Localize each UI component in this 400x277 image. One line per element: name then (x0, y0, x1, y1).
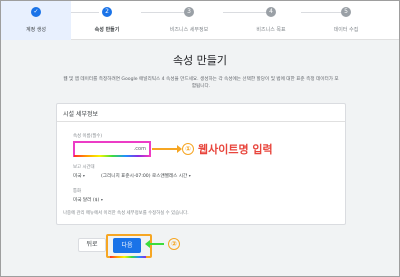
timezone-label: 보고 시간대 (73, 165, 95, 170)
step-business-goals[interactable]: 4 비즈니스 목표 (236, 1, 306, 40)
card-title: 시설 세부정보 (63, 111, 99, 118)
currency-select[interactable]: 미국 달러 ($) ▾ (73, 197, 103, 203)
highlight-underline (110, 256, 146, 258)
annotation-marker-2: ② (168, 238, 180, 250)
step-create-property[interactable]: 2 속성 만들기 (72, 1, 142, 40)
step-number: 4 (266, 7, 276, 17)
step-label: 비즈니스 세부정보 (169, 27, 209, 33)
caret-down-icon: ▾ (188, 173, 191, 178)
setup-stepper: ✓ 계정 생성 2 속성 만들기 3 비즈니스 세부정보 4 비즈니스 목표 5… (1, 1, 399, 40)
step-create-account[interactable]: ✓ 계정 생성 (1, 1, 71, 40)
property-name-label: 속성 이름(필수) (73, 134, 103, 139)
next-button[interactable]: 다음 (113, 238, 141, 253)
page-title: 속성 만들기 (172, 54, 228, 67)
caret-down-icon: ▾ (82, 173, 85, 178)
highlight-underline (74, 155, 151, 157)
annotation-arrow-icon (152, 145, 182, 153)
step-label: 비즈니스 목표 (256, 27, 286, 33)
step-number: 2 (102, 7, 112, 17)
timezone-select[interactable]: (그리니치 표준시-07:00) 로스앤젤레스 시간 ▾ (101, 173, 191, 179)
step-label: 계정 생성 (26, 27, 46, 33)
currency-value: 미국 달러 ($) (73, 198, 100, 203)
back-button[interactable]: 뒤로 (78, 238, 106, 252)
step-label: 데이터 수집 (333, 27, 359, 33)
step-data-collection[interactable]: 5 데이터 수집 (311, 1, 381, 40)
annotation-text: 웹사이트명 입력 (198, 143, 273, 156)
divider (57, 121, 345, 122)
edit-later-note: 나중에 관리 메뉴에서 이러한 속성 세부정보를 수정하실 수 있습니다. (63, 211, 189, 216)
annotation-arrow-icon (145, 240, 164, 248)
timezone-country-select[interactable]: 미국 ▾ (73, 173, 85, 179)
caret-down-icon: ▾ (100, 197, 103, 202)
step-number: 3 (184, 7, 194, 17)
step-business-details[interactable]: 3 비즈니스 세부정보 (154, 1, 224, 40)
step-number: 5 (341, 7, 351, 17)
url-suffix: .com (133, 146, 146, 152)
page-description: 웹 및 앱 데이터를 측정하려면 Google 애널리틱스 4 속성을 만드세요… (63, 77, 339, 89)
timezone-value: (그리니치 표준시-07:00) 로스앤젤레스 시간 (101, 174, 188, 179)
currency-label: 통화 (73, 189, 82, 194)
annotation-marker-1: ① (182, 143, 194, 155)
check-icon: ✓ (31, 7, 41, 17)
step-label: 속성 만들기 (94, 27, 120, 33)
timezone-country-value: 미국 (73, 174, 82, 179)
